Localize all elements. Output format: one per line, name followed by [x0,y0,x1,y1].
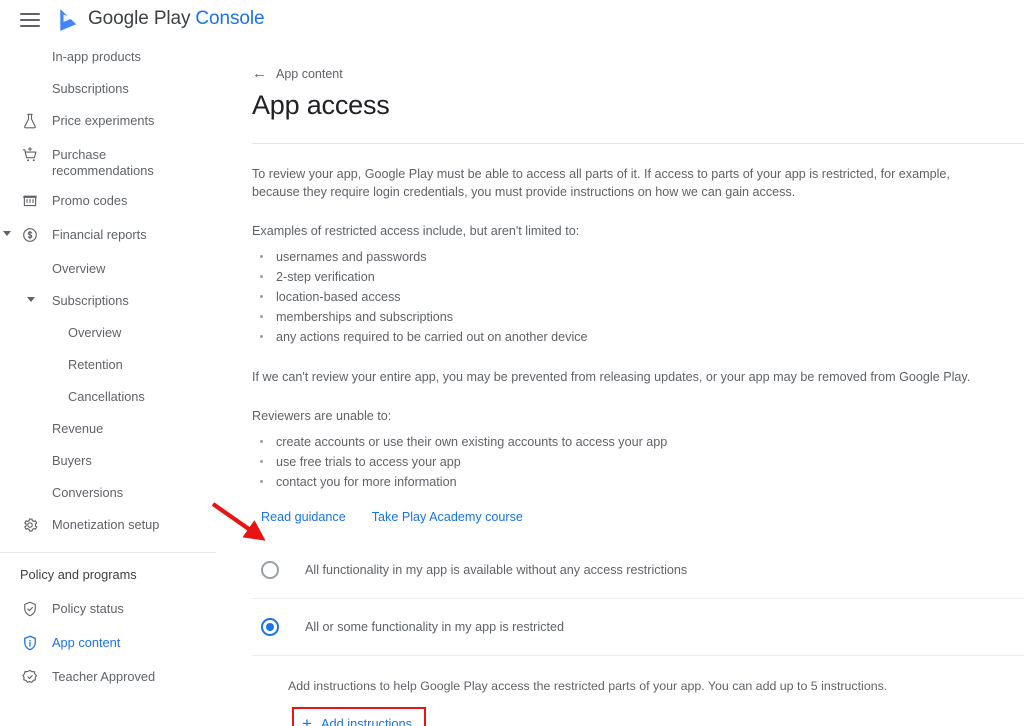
hamburger-icon[interactable] [20,13,40,27]
dollar-coin-icon [18,223,42,247]
sidebar-item-label: Retention [68,357,123,372]
sidebar-item-label: Revenue [52,421,104,436]
shield-info-icon [18,631,42,655]
sidebar-item-overview[interactable]: Overview [0,252,216,284]
main-content: ← App content App access To review your … [216,40,1024,726]
sidebar-item-label: Policy status [52,601,124,616]
sidebar-item-cancellations[interactable]: Cancellations [0,380,216,412]
flask-icon [18,109,42,133]
link-read-guidance[interactable]: Read guidance [261,510,346,524]
sidebar-item-label: Cancellations [68,389,145,404]
sidebar-item-label: Subscriptions [52,81,129,96]
top-bar: Google Play Console [0,0,1024,40]
sidebar-section-list: Policy status App content Teacher Approved [0,592,216,694]
reviewers-list: create accounts or use their own existin… [252,432,1024,492]
add-instructions-button[interactable]: + Add instructions [288,706,426,726]
radio-group-bottom-divider [252,654,1024,656]
sidebar-item-label: Subscriptions [52,293,129,308]
list-item: 2-step verification [252,267,1024,287]
instructions-hint: Add instructions to help Google Play acc… [288,678,888,693]
list-item: any actions required to be carried out o… [252,327,1024,347]
sidebar-item-buyers[interactable]: Buyers [0,444,216,476]
examples-list: usernames and passwords 2-step verificati… [252,247,1024,347]
sidebar-nav-list: In-app products Subscriptions Price experi… [0,40,216,542]
sidebar-item-overview[interactable]: Overview [0,316,216,348]
brand-name-console: Console [195,8,265,29]
list-item: use free trials to access your app [252,452,1024,472]
sidebar-item-label: Monetization setup [52,517,160,532]
sidebar-item-app-content[interactable]: App content [0,626,216,660]
sidebar-item-label: In-app products [52,49,141,64]
app-root: Google Play Console In-app products Subsc… [0,0,1024,726]
sidebar-item-promo-codes[interactable]: Promo codes [0,184,216,218]
list-item: location-based access [252,287,1024,307]
back-arrow-icon[interactable]: ← [252,66,267,81]
link-take-play-academy-course[interactable]: Take Play Academy course [372,510,523,524]
sidebar-item-label: Teacher Approved [52,669,156,684]
title-divider [252,143,1024,144]
sidebar-item-label: Financial reports [52,227,147,242]
store-icon [18,189,42,213]
sidebar-section-title: Policy and programs [20,567,137,582]
badge-check-icon [18,665,42,689]
sidebar-item-label: Conversions [52,485,124,500]
radio-unrestricted[interactable] [261,560,279,579]
sidebar-item-label: Buyers [52,453,92,468]
sidebar-item-label: Purchase recommendations [52,147,154,178]
sidebar-item-label: Promo codes [52,193,128,208]
sidebar-item-subscriptions[interactable]: Subscriptions [0,284,216,316]
sidebar-item-subscriptions[interactable]: Subscriptions [0,72,216,104]
sidebar-item-purchase-recommendations[interactable]: Purchase recommendations [0,138,216,184]
sidebar-item-label: Overview [52,261,106,276]
list-item: usernames and passwords [252,247,1024,267]
radio-restricted[interactable] [261,617,279,636]
cart-plus-icon [18,143,42,167]
access-radio-group[interactable]: All functionality in my app is available… [216,542,1024,656]
sidebar-item-label: Overview [68,325,122,340]
brand-name-google: Google Play [88,8,191,29]
sidebar-item-policy-status[interactable]: Policy status [0,592,216,626]
chevron-down-icon[interactable] [27,297,35,302]
breadcrumb[interactable]: ← App content [252,66,1024,81]
sidebar-item-price-experiments[interactable]: Price experiments [0,104,216,138]
add-instructions-wrap: + Add instructions [288,706,426,726]
radio-label: All functionality in my app is available… [305,562,688,577]
list-item: create accounts or use their own existin… [252,432,1024,452]
google-play-logo [60,9,77,31]
radio-row-0[interactable]: All functionality in my app is available… [252,542,1024,598]
warning-paragraph: If we can't review your entire app, you … [252,369,971,384]
chevron-down-icon[interactable] [3,231,11,236]
radio-label: All or some functionality in my app is r… [305,619,564,634]
sidebar-item-label: App content [52,635,121,650]
sidebar-item-revenue[interactable]: Revenue [0,412,216,444]
sidebar-item-retention[interactable]: Retention [0,348,216,380]
reviewers-heading: Reviewers are unable to: [252,409,392,423]
radio-row-1[interactable]: All or some functionality in my app is r… [252,599,1024,655]
sidebar-item-monetization-setup[interactable]: Monetization setup [0,508,216,542]
sidebar-item-conversions[interactable]: Conversions [0,476,216,508]
sidebar-item-teacher-approved[interactable]: Teacher Approved [0,660,216,694]
page-title: App access [252,90,390,120]
list-item: contact you for more information [252,472,1024,492]
brand-logo-group[interactable]: Google Play Console [58,8,265,32]
sidebar-item-in-app-products[interactable]: In-app products [0,40,216,72]
add-instructions-label: Add instructions [320,715,412,726]
shield-check-icon [18,597,42,621]
plus-icon: + [302,713,312,726]
sidebar[interactable]: In-app products Subscriptions Price experi… [0,40,216,726]
breadcrumb-label: App content [276,66,343,81]
list-item: memberships and subscriptions [252,307,1024,327]
sidebar-item-label: Price experiments [52,113,155,128]
examples-heading: Examples of restricted access include, b… [252,224,580,238]
help-links-row: Read guidance Take Play Academy course [261,510,1024,524]
gear-icon [18,513,42,537]
sidebar-item-financial-reports[interactable]: Financial reports [0,218,216,252]
intro-paragraph: To review your app, Google Play must be … [252,167,950,199]
